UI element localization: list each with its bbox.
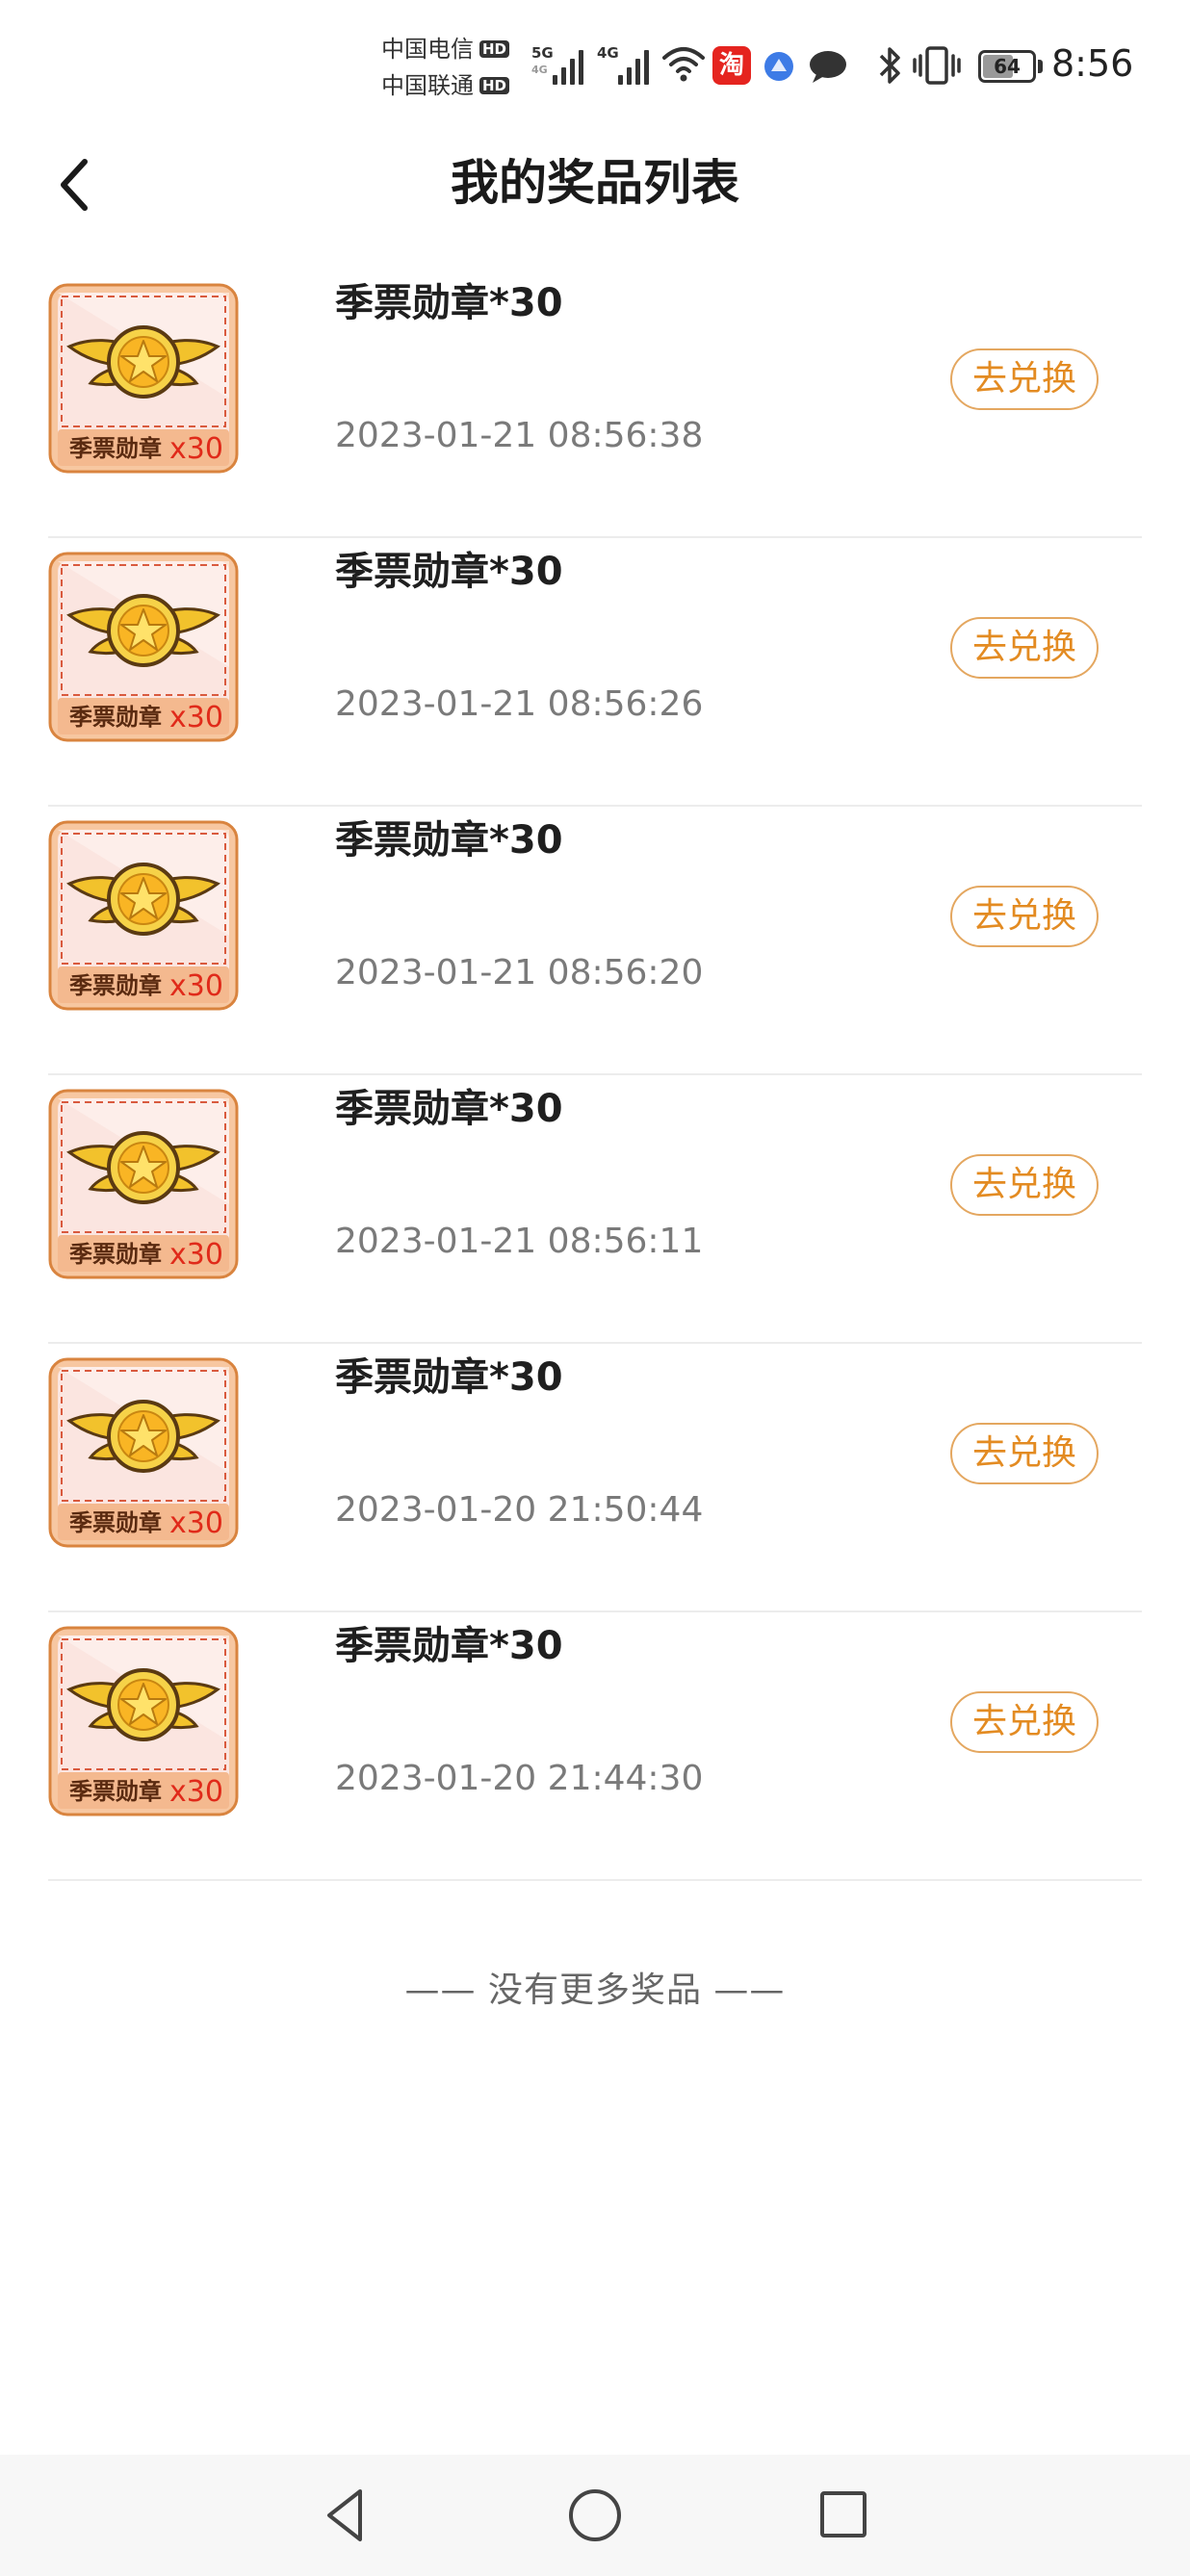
prize-list-item: 季票勋章 x30 季票勋章*30 2023-01-20 21:44:30 去兑换: [0, 1612, 1190, 1881]
prize-name: 季票勋章*30: [335, 550, 563, 594]
redeem-button[interactable]: 去兑换: [950, 886, 1099, 947]
no-more-prizes-text: —— 没有更多奖品 ——: [404, 1971, 786, 2010]
medal-thumbnail: 季票勋章 x30: [48, 1089, 239, 1279]
hd-badge-2: HD: [479, 77, 510, 94]
medal-thumbnail: 季票勋章 x30: [48, 1626, 239, 1816]
status-clock: 8:56: [1051, 42, 1134, 85]
system-nav-bar: [0, 2455, 1190, 2576]
redeem-button[interactable]: 去兑换: [950, 617, 1099, 679]
prize-list: 季票勋章 x30 季票勋章*30 2023-01-21 08:56:38 去兑换…: [0, 270, 1190, 1881]
wifi-icon: [662, 47, 705, 82]
taobao-app-icon: 淘: [712, 46, 751, 85]
prize-time: 2023-01-20 21:44:30: [335, 1759, 704, 1798]
carrier-1-label: 中国电信: [381, 36, 474, 63]
battery-icon: 64: [978, 50, 1036, 83]
medal-thumbnail-count: x30: [169, 1507, 223, 1540]
battery-cap: [1038, 60, 1043, 73]
medal-thumbnail-label: 季票勋章: [69, 435, 162, 462]
hd-badge-1: HD: [479, 40, 510, 58]
medal-thumbnail-label: 季票勋章: [69, 1241, 162, 1268]
signal-icon-2: 4G: [597, 40, 655, 89]
medal-thumbnail: 季票勋章 x30: [48, 1357, 239, 1548]
battery-level-text: 64: [994, 55, 1021, 78]
redeem-button[interactable]: 去兑换: [950, 1154, 1099, 1216]
prize-name: 季票勋章*30: [335, 818, 563, 863]
medal-thumbnail-count: x30: [169, 969, 223, 1003]
prize-name: 季票勋章*30: [335, 1087, 563, 1131]
medal-thumbnail-label: 季票勋章: [69, 704, 162, 731]
medal-thumbnail: 季票勋章 x30: [48, 283, 239, 474]
status-bar: 中国电信 HD 中国联通 HD 5G 4G 4G 淘 64 8:56: [0, 0, 1190, 125]
square-recents-icon[interactable]: [815, 2484, 872, 2547]
carrier-2-label: 中国联通: [381, 72, 474, 99]
circle-home-icon[interactable]: [564, 2484, 626, 2547]
medal-thumbnail-label: 季票勋章: [69, 972, 162, 999]
prize-list-item: 季票勋章 x30 季票勋章*30 2023-01-21 08:56:38 去兑换: [0, 270, 1190, 538]
signal-icon: 5G 4G: [531, 40, 589, 89]
medal-thumbnail-count: x30: [169, 1238, 223, 1272]
page-title: 我的奖品列表: [451, 155, 739, 211]
medal-thumbnail: 季票勋章 x30: [48, 552, 239, 742]
redeem-button[interactable]: 去兑换: [950, 348, 1099, 410]
prize-time: 2023-01-21 08:56:38: [335, 416, 704, 455]
browser-icon: [764, 52, 793, 81]
medal-thumbnail: 季票勋章 x30: [48, 820, 239, 1011]
triangle-back-icon[interactable]: [318, 2484, 375, 2547]
vibrate-icon: [913, 46, 961, 85]
prize-list-item: 季票勋章 x30 季票勋章*30 2023-01-21 08:56:26 去兑换: [0, 538, 1190, 807]
net-1-top-label: 5G: [531, 44, 554, 62]
prize-time: 2023-01-21 08:56:20: [335, 953, 704, 992]
prize-name: 季票勋章*30: [335, 1624, 563, 1668]
prize-name: 季票勋章*30: [335, 281, 563, 325]
redeem-button[interactable]: 去兑换: [950, 1423, 1099, 1484]
chat-icon: [810, 51, 846, 83]
net-1-bottom-label: 4G: [531, 64, 548, 76]
page-header: 我的奖品列表: [0, 125, 1190, 241]
bluetooth-icon: [879, 47, 900, 84]
prize-list-item: 季票勋章 x30 季票勋章*30 2023-01-21 08:56:20 去兑换: [0, 807, 1190, 1075]
medal-thumbnail-count: x30: [169, 1775, 223, 1809]
net-2-label: 4G: [597, 44, 619, 62]
medal-thumbnail-label: 季票勋章: [69, 1509, 162, 1536]
prize-name: 季票勋章*30: [335, 1355, 563, 1400]
prize-time: 2023-01-20 21:50:44: [335, 1490, 704, 1530]
medal-thumbnail-count: x30: [169, 432, 223, 466]
medal-thumbnail-count: x30: [169, 701, 223, 734]
redeem-button[interactable]: 去兑换: [950, 1691, 1099, 1753]
prize-time: 2023-01-21 08:56:11: [335, 1222, 704, 1261]
prize-time: 2023-01-21 08:56:26: [335, 684, 704, 724]
prize-list-item: 季票勋章 x30 季票勋章*30 2023-01-21 08:56:11 去兑换: [0, 1075, 1190, 1344]
medal-thumbnail-label: 季票勋章: [69, 1778, 162, 1805]
prize-list-item: 季票勋章 x30 季票勋章*30 2023-01-20 21:50:44 去兑换: [0, 1344, 1190, 1612]
carrier-info: 中国电信 HD 中国联通 HD: [381, 31, 526, 104]
